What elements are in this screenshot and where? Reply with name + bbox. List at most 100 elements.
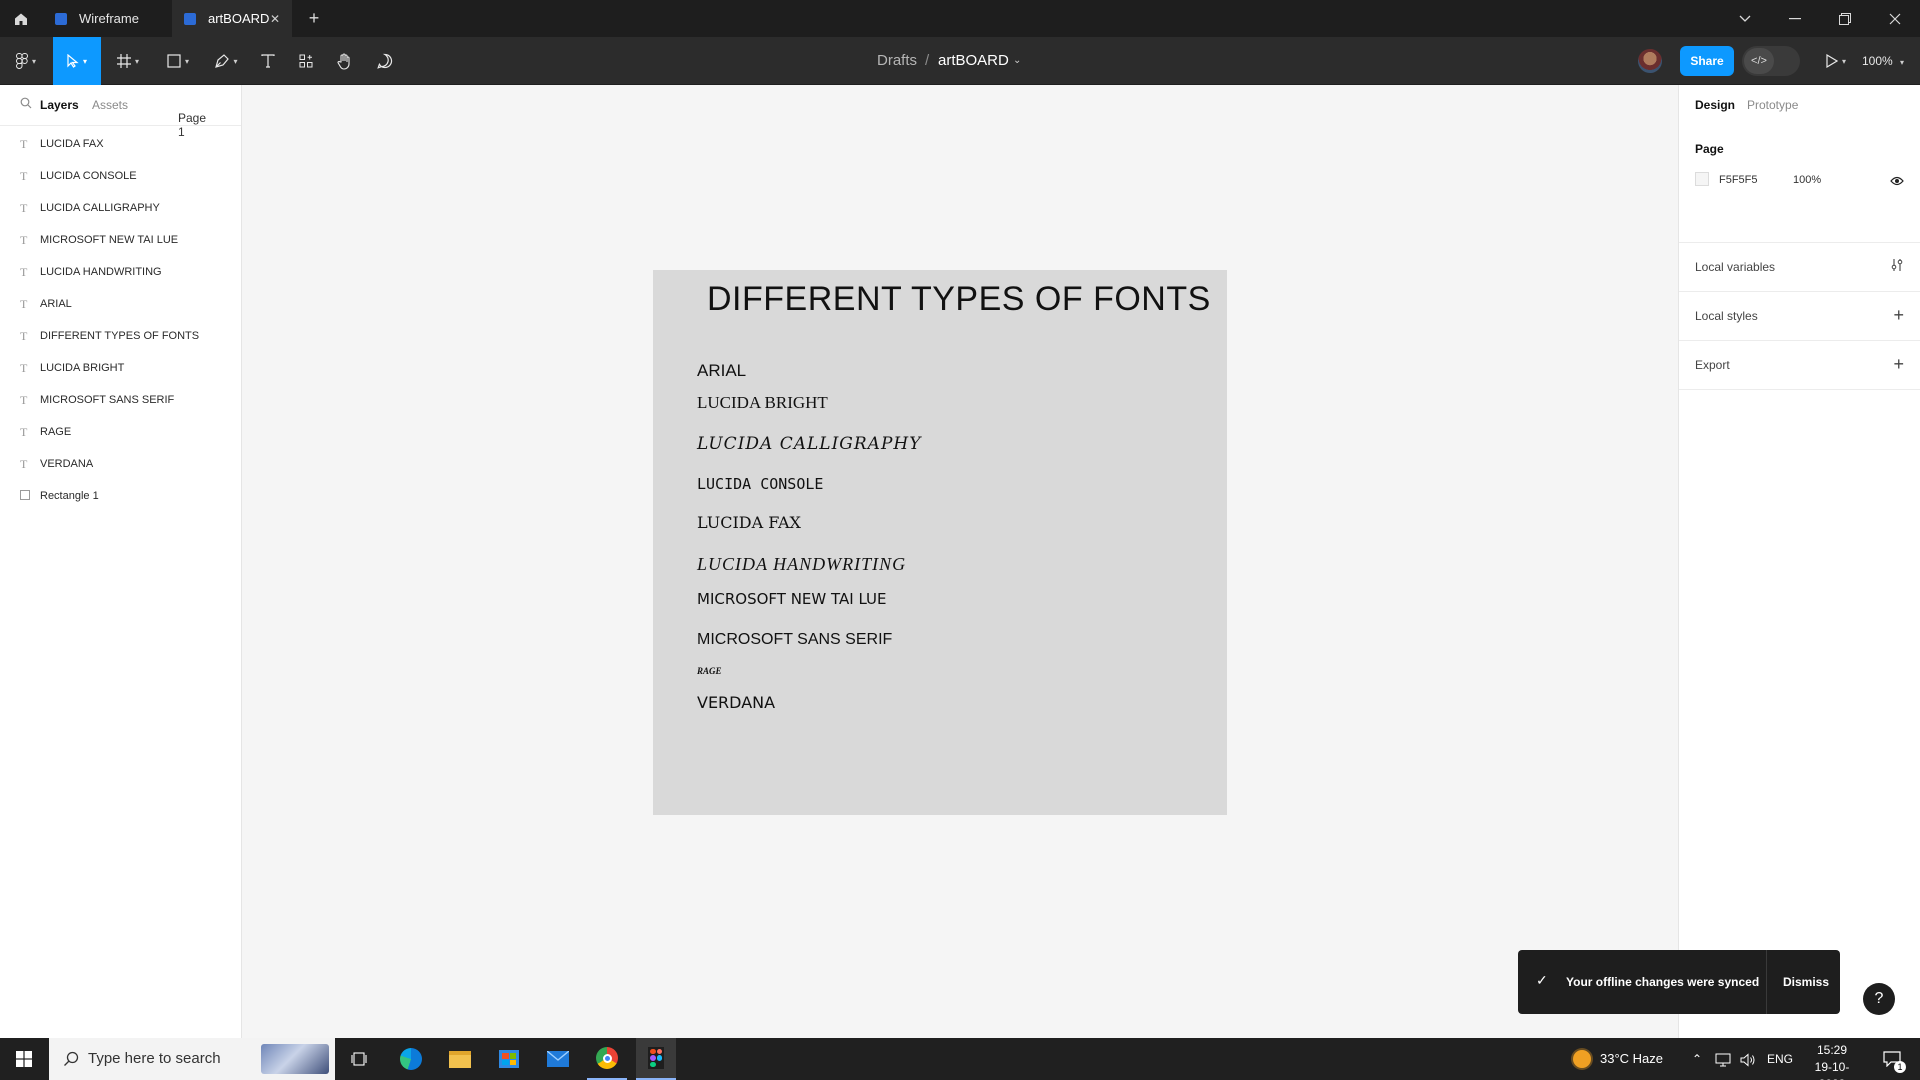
pen-icon bbox=[215, 53, 230, 68]
show-hidden-icons-chevron-icon[interactable]: ⌃ bbox=[1692, 1038, 1702, 1080]
layer-row[interactable]: T DIFFERENT TYPES OF FONTS bbox=[0, 320, 241, 352]
taskbar-search-input[interactable]: Type here to search bbox=[49, 1038, 335, 1080]
canvas[interactable]: DIFFERENT TYPES OF FONTS ARIAL LUCIDA BR… bbox=[242, 85, 1678, 1038]
mail-icon[interactable] bbox=[538, 1038, 578, 1080]
layer-row[interactable]: T LUCIDA BRIGHT bbox=[0, 352, 241, 384]
layer-row[interactable]: T LUCIDA CONSOLE bbox=[0, 160, 241, 192]
text-layer-icon: T bbox=[20, 168, 28, 183]
font-sample-lucida-handwriting[interactable]: LUCIDA HANDWRITING bbox=[697, 554, 906, 575]
hand-tool-button[interactable] bbox=[329, 37, 361, 85]
export-label: Export bbox=[1695, 358, 1730, 372]
search-layers-icon[interactable] bbox=[20, 97, 32, 112]
hand-icon bbox=[337, 52, 350, 70]
zoom-menu[interactable]: 100% ▾ bbox=[1862, 37, 1904, 85]
frame-tool-button[interactable]: ▾ bbox=[108, 37, 148, 85]
layer-row[interactable]: T LUCIDA CALLIGRAPHY bbox=[0, 192, 241, 224]
artboard-rectangle[interactable]: DIFFERENT TYPES OF FONTS ARIAL LUCIDA BR… bbox=[653, 270, 1227, 815]
chrome-icon[interactable] bbox=[587, 1038, 627, 1080]
tab-wireframe[interactable]: Wireframe bbox=[41, 0, 169, 37]
main-menu-button[interactable]: ▾ bbox=[6, 37, 46, 85]
volume-icon[interactable] bbox=[1740, 1038, 1756, 1080]
weather-text[interactable]: 33°C Haze bbox=[1600, 1038, 1663, 1080]
tab-design[interactable]: Design bbox=[1695, 98, 1735, 112]
text-layer-icon: T bbox=[20, 200, 28, 215]
home-icon bbox=[14, 13, 27, 25]
font-sample-arial[interactable]: ARIAL bbox=[697, 361, 746, 381]
font-sample-rage[interactable]: RAGE bbox=[697, 666, 722, 676]
microsoft-store-icon[interactable] bbox=[489, 1038, 529, 1080]
tab-list-chevron-icon[interactable] bbox=[1720, 0, 1770, 37]
layer-row[interactable]: T MICROSOFT SANS SERIF bbox=[0, 384, 241, 416]
font-sample-lucida-calligraphy[interactable]: LUCIDA CALLIGRAPHY bbox=[697, 434, 921, 454]
present-button[interactable]: ▾ bbox=[1818, 37, 1854, 85]
variables-settings-icon[interactable] bbox=[1890, 256, 1904, 277]
edge-icon[interactable] bbox=[391, 1038, 431, 1080]
search-highlight-image bbox=[261, 1044, 329, 1074]
font-sample-lucida-console[interactable]: LUCIDA CONSOLE bbox=[697, 475, 823, 493]
comment-tool-button[interactable] bbox=[369, 37, 401, 85]
text-tool-button[interactable] bbox=[252, 37, 284, 85]
text-layer-icon: T bbox=[20, 360, 28, 375]
dev-mode-toggle[interactable]: </> bbox=[1742, 46, 1800, 76]
layer-row[interactable]: Rectangle 1 bbox=[0, 480, 241, 512]
add-style-plus-icon[interactable]: + bbox=[1893, 305, 1904, 326]
minimize-button[interactable] bbox=[1770, 0, 1820, 37]
tab-assets[interactable]: Assets bbox=[92, 98, 128, 112]
layer-row[interactable]: T LUCIDA HANDWRITING bbox=[0, 256, 241, 288]
restore-button[interactable] bbox=[1820, 0, 1870, 37]
dismiss-button[interactable]: Dismiss bbox=[1783, 975, 1829, 989]
notification-badge: 1 bbox=[1894, 1061, 1906, 1073]
avatar[interactable] bbox=[1638, 49, 1662, 73]
file-menu-chevron-icon[interactable]: ⌄ bbox=[1013, 37, 1021, 85]
local-variables-label: Local variables bbox=[1695, 260, 1776, 274]
layer-row[interactable]: T VERDANA bbox=[0, 448, 241, 480]
artboard-title[interactable]: DIFFERENT TYPES OF FONTS bbox=[707, 280, 1211, 319]
close-tab-icon[interactable]: ✕ bbox=[270, 12, 280, 26]
chevron-down-icon: ▾ bbox=[233, 56, 238, 66]
network-icon[interactable] bbox=[1715, 1038, 1731, 1080]
clock[interactable]: 15:29 19-10-2023 bbox=[1803, 1042, 1861, 1080]
page-opacity-value[interactable]: 100% bbox=[1793, 174, 1821, 186]
clock-date: 19-10-2023 bbox=[1814, 1060, 1850, 1080]
layer-row[interactable]: T MICROSOFT NEW TAI LUE bbox=[0, 224, 241, 256]
layer-name: LUCIDA FAX bbox=[40, 138, 104, 150]
layer-row[interactable]: T ARIAL bbox=[0, 288, 241, 320]
tab-artboard[interactable]: artBOARD ✕ bbox=[172, 0, 292, 37]
file-explorer-icon[interactable] bbox=[440, 1038, 480, 1080]
font-sample-microsoft-new-tai-lue[interactable]: MICROSOFT NEW TAI LUE bbox=[697, 590, 887, 608]
move-tool-button[interactable]: ▾ bbox=[53, 37, 101, 85]
weather-icon[interactable] bbox=[1570, 1038, 1594, 1080]
tab-prototype[interactable]: Prototype bbox=[1747, 98, 1798, 112]
resources-button[interactable] bbox=[290, 37, 322, 85]
font-sample-microsoft-sans-serif[interactable]: MICROSOFT SANS SERIF bbox=[697, 631, 892, 649]
font-sample-lucida-fax[interactable]: LUCIDA FAX bbox=[697, 513, 801, 532]
tab-layers[interactable]: Layers bbox=[40, 98, 79, 112]
page-color-swatch[interactable] bbox=[1695, 172, 1709, 186]
font-sample-lucida-bright[interactable]: LUCIDA BRIGHT bbox=[697, 393, 828, 413]
page-color-value[interactable]: F5F5F5 bbox=[1719, 174, 1758, 186]
close-window-button[interactable] bbox=[1870, 0, 1920, 37]
text-layer-icon: T bbox=[20, 264, 28, 279]
file-name[interactable]: artBOARD bbox=[938, 37, 1009, 85]
shape-tool-button[interactable]: ▾ bbox=[158, 37, 198, 85]
add-export-plus-icon[interactable]: + bbox=[1893, 354, 1904, 375]
windows-taskbar: Type here to search 33°C Haze ⌃ ENG 15:2… bbox=[0, 1038, 1920, 1080]
help-button[interactable]: ? bbox=[1863, 983, 1895, 1015]
start-button[interactable] bbox=[0, 1038, 48, 1080]
text-layer-icon: T bbox=[20, 392, 28, 407]
search-placeholder: Type here to search bbox=[88, 1050, 221, 1067]
task-view-icon[interactable] bbox=[343, 1038, 375, 1080]
new-tab-button[interactable]: + bbox=[304, 8, 324, 28]
breadcrumb-drafts[interactable]: Drafts bbox=[877, 37, 917, 85]
eye-icon[interactable] bbox=[1890, 173, 1904, 191]
input-language[interactable]: ENG bbox=[1767, 1038, 1793, 1080]
notifications-icon[interactable]: 1 bbox=[1872, 1038, 1912, 1080]
share-button[interactable]: Share bbox=[1680, 46, 1734, 76]
layer-row[interactable]: T RAGE bbox=[0, 416, 241, 448]
layer-row[interactable]: T LUCIDA FAX bbox=[0, 128, 241, 160]
font-sample-verdana[interactable]: VERDANA bbox=[697, 693, 775, 712]
layer-name: RAGE bbox=[40, 426, 72, 438]
home-button[interactable] bbox=[0, 0, 41, 37]
pen-tool-button[interactable]: ▾ bbox=[206, 37, 246, 85]
figma-taskbar-icon[interactable] bbox=[636, 1038, 676, 1080]
